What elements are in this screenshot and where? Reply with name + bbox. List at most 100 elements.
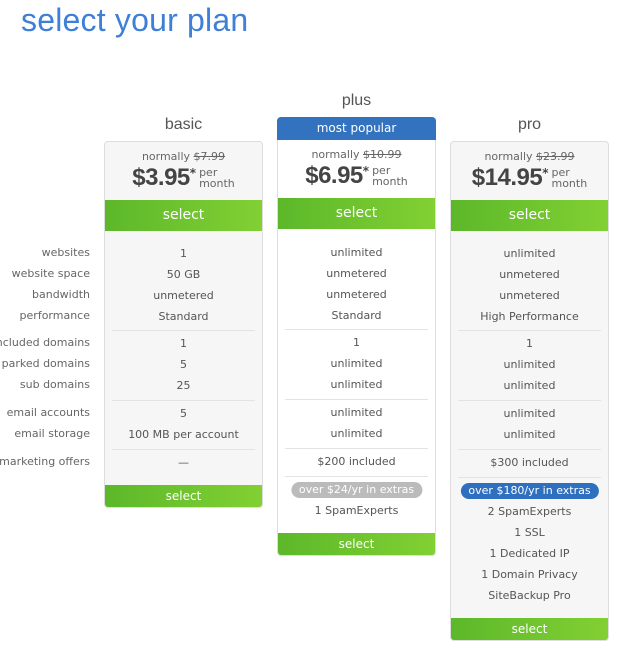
plan-name-basic: basic [164,116,203,133]
price-line: $6.95 * per month [278,162,435,190]
feature-value: 1 [180,337,187,350]
extra-item: 1 Domain Privacy [481,568,578,581]
select-button-pro[interactable]: select [451,200,608,231]
current-price: $6.95 [305,162,363,189]
plan-card-plus: normally $10.99 $6.95 * per month select unlim… [277,140,436,556]
select-button-bottom-basic[interactable]: select [105,485,262,507]
section-divider [458,449,601,450]
normally-price: normally $10.99 [278,148,435,161]
row-label: marketing offers [0,455,90,468]
extra-item: 1 SpamExperts [314,504,399,517]
extra-item: 1 Dedicated IP [489,547,570,560]
per-month: per month [372,165,408,187]
price-line: $14.95 * per month [451,164,608,192]
feature-value: 100 MB per account [128,428,239,441]
old-price: $23.99 [536,150,575,163]
feature-value: $300 included [490,456,569,469]
section-divider [458,477,601,478]
section-divider [285,399,428,400]
feature-value: unmetered [499,268,560,281]
section-divider [112,449,255,450]
feature-value: unlimited [503,407,556,420]
asterisk: * [542,166,549,180]
row-label: parked domains [1,357,90,370]
price-block: normally $7.99 $3.95 * per month [105,142,262,200]
feature-value: unlimited [503,428,556,441]
normally-price: normally $23.99 [451,150,608,163]
section-divider [112,330,255,331]
select-button-basic[interactable]: select [105,200,262,231]
row-label: bandwidth [32,288,90,301]
feature-value: 5 [180,407,187,420]
asterisk: * [189,166,197,180]
page-title: select your plan [21,2,249,38]
normally-label: normally [311,148,360,161]
feature-value: Standard [158,310,209,323]
select-button-bottom-pro[interactable]: select [451,618,608,640]
select-button-plus[interactable]: select [278,198,435,229]
price-block: normally $10.99 $6.95 * per month [278,140,435,198]
plan-name-pro: pro [517,116,542,133]
feature-value: — [178,456,189,469]
feature-value: High Performance [480,310,579,323]
row-label: performance [19,309,90,322]
per-month: per month [551,167,587,189]
row-label: website space [11,267,90,280]
row-label: email storage [14,427,90,440]
current-price: $14.95 [471,164,543,191]
feature-value: $200 included [317,455,396,468]
current-price: $3.95 [132,164,190,191]
extras-badge: over $24/yr in extras [290,482,423,498]
section-divider [458,330,601,331]
section-divider [285,329,428,330]
feature-value: unlimited [330,357,383,370]
feature-value: Standard [331,309,382,322]
month-label: month [199,177,235,190]
feature-value: 1 [353,336,360,349]
normally-label: normally [484,150,533,163]
feature-value: unlimited [330,246,383,259]
old-price: $7.99 [193,150,226,163]
extra-item: 1 SSL [514,526,545,539]
plan-name-plus: plus [341,92,372,109]
per-month: per month [199,167,235,189]
feature-value: unmetered [153,289,214,302]
month-label: month [551,177,588,190]
feature-value: unlimited [503,379,556,392]
asterisk: * [362,164,370,178]
select-button-bottom-plus[interactable]: select [278,533,435,555]
row-label: included domains [0,336,90,349]
feature-value: unlimited [503,358,556,371]
normally-label: normally [141,150,191,163]
feature-value: 50 GB [166,268,201,281]
feature-value: unmetered [326,267,387,280]
row-label: websites [41,246,90,259]
feature-value: unmetered [499,289,560,302]
most-popular-badge: most popular [277,117,436,140]
section-divider [458,400,601,401]
extra-item: SiteBackup Pro [488,589,571,602]
section-divider [285,448,428,449]
price-block: normally $23.99 $14.95 * per month [451,142,608,200]
feature-value: 25 [176,379,191,392]
month-label: month [372,175,408,188]
old-price: $10.99 [363,148,402,161]
extras-badge: over $180/yr in extras [460,483,599,499]
feature-value: unlimited [330,427,383,440]
plan-card-basic: normally $7.99 $3.95 * per month select 1 50 GB… [104,141,263,508]
normally-price: normally $7.99 [105,150,262,163]
feature-value: unmetered [326,288,387,301]
row-label: sub domains [19,378,90,391]
feature-value: 5 [180,358,187,371]
feature-value: 1 [180,247,187,260]
extra-item: 2 SpamExperts [487,505,572,518]
feature-value: unlimited [330,378,383,391]
price-line: $3.95 * per month [105,164,262,192]
feature-value: unlimited [330,406,383,419]
section-divider [285,476,428,477]
feature-value: 1 [526,337,533,350]
row-label: email accounts [6,406,90,419]
feature-value: unlimited [503,247,556,260]
section-divider [112,400,255,401]
plan-card-pro: normally $23.99 $14.95 * per month select unli… [450,141,609,641]
